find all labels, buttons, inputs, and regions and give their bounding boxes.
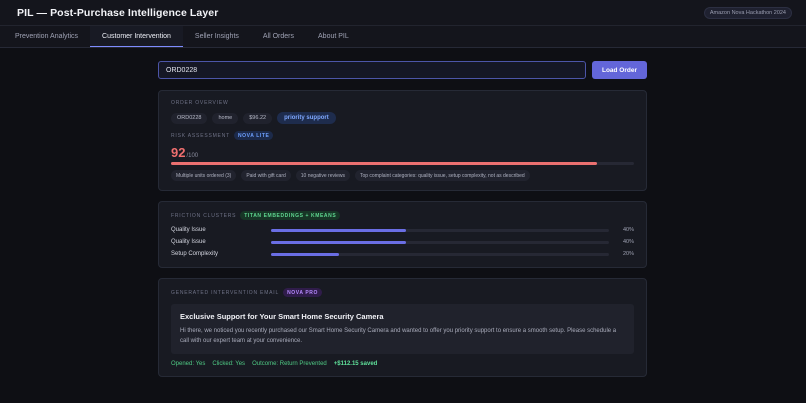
risk-reason: Top complaint categories: quality issue,… bbox=[354, 170, 530, 181]
cluster-percent: 40% bbox=[622, 227, 634, 233]
tab-prevention-analytics[interactable]: Prevention Analytics bbox=[3, 26, 90, 47]
hackathon-badge: Amazon Nova Hackathon 2024 bbox=[703, 6, 792, 19]
email-body: Hi there, we noticed you recently purcha… bbox=[180, 328, 617, 344]
order-overview-label: Order Overview bbox=[171, 100, 229, 106]
email-preview: Exclusive Support for Your Smart Home Se… bbox=[171, 304, 634, 354]
cluster-bar-fill bbox=[271, 252, 339, 256]
cluster-percent: 40% bbox=[622, 239, 634, 245]
cluster-bar-track bbox=[271, 252, 609, 256]
tab-customer-intervention[interactable]: Customer Intervention bbox=[90, 26, 183, 47]
saved-amount: +$112.15 saved bbox=[333, 361, 378, 367]
app-title: PIL — Post-Purchase Intelligence Layer bbox=[17, 6, 219, 19]
nova-pro-tag: NOVA PRO bbox=[283, 288, 322, 297]
cluster-name: Quality Issue bbox=[171, 227, 206, 233]
tab-bar: Prevention Analytics Customer Interventi… bbox=[0, 26, 806, 48]
risk-assessment-label: Risk Assessment NOVA LITE bbox=[171, 131, 634, 140]
cluster-row: Quality Issue 40% bbox=[171, 236, 634, 248]
tab-all-orders[interactable]: All Orders bbox=[251, 26, 306, 47]
cluster-name: Setup Complexity bbox=[171, 251, 219, 257]
clicked-status: Clicked: Yes bbox=[212, 361, 246, 367]
risk-reasons: Multiple units ordered (3) Paid with gif… bbox=[171, 170, 634, 181]
price-chip: $96.22 bbox=[243, 112, 273, 124]
main-content: Load Order Order Overview ORD0228 home $… bbox=[158, 61, 647, 387]
cluster-row: Setup Complexity 20% bbox=[171, 248, 634, 260]
order-search-row: Load Order bbox=[158, 61, 647, 79]
risk-reason: 10 negative reviews bbox=[295, 170, 350, 181]
order-overview-card: Order Overview ORD0228 home $96.22 prior… bbox=[158, 90, 647, 191]
opened-status: Opened: Yes bbox=[171, 361, 206, 367]
cluster-bar-track bbox=[271, 228, 609, 232]
order-chips: ORD0228 home $96.22 priority support bbox=[171, 112, 634, 124]
email-outcome: Opened: Yes Clicked: Yes Outcome: Return… bbox=[171, 361, 634, 367]
cluster-bar-track bbox=[271, 240, 609, 244]
order-id-input[interactable] bbox=[158, 61, 586, 79]
nova-lite-tag: NOVA LITE bbox=[233, 131, 274, 140]
risk-score-denominator: /100 bbox=[186, 153, 199, 159]
risk-bar-track bbox=[171, 162, 634, 165]
cluster-percent: 20% bbox=[622, 251, 634, 257]
tab-about-pil[interactable]: About PIL bbox=[306, 26, 361, 47]
order-id-chip: ORD0228 bbox=[171, 112, 208, 124]
cluster-name: Quality Issue bbox=[171, 239, 206, 245]
friction-clusters-card: Friction Clusters TITAN EMBEDDINGS + KME… bbox=[158, 201, 647, 268]
intervention-email-card: Generated Intervention Email NOVA PRO Ex… bbox=[158, 278, 647, 377]
priority-support-badge: priority support bbox=[277, 112, 336, 124]
risk-reason: Paid with gift card bbox=[241, 170, 291, 181]
load-order-button[interactable]: Load Order bbox=[592, 61, 647, 79]
category-chip: home bbox=[212, 112, 239, 124]
risk-score: 92 /100 bbox=[171, 145, 634, 160]
cluster-bar-fill bbox=[271, 228, 407, 232]
tab-seller-insights[interactable]: Seller Insights bbox=[183, 26, 251, 47]
titan-embeddings-tag: TITAN EMBEDDINGS + KMEANS bbox=[240, 211, 341, 220]
risk-score-value: 92 bbox=[171, 145, 186, 160]
friction-clusters-label: Friction Clusters TITAN EMBEDDINGS + KME… bbox=[171, 211, 634, 220]
email-subject: Exclusive Support for Your Smart Home Se… bbox=[180, 312, 384, 321]
intervention-email-label: Generated Intervention Email NOVA PRO bbox=[171, 288, 634, 297]
risk-reason: Multiple units ordered (3) bbox=[171, 170, 237, 181]
cluster-row: Quality Issue 40% bbox=[171, 224, 634, 236]
risk-bar-fill bbox=[171, 162, 597, 165]
cluster-bar-fill bbox=[271, 240, 407, 244]
app-header: PIL — Post-Purchase Intelligence Layer A… bbox=[0, 0, 806, 26]
outcome-status: Outcome: Return Prevented bbox=[252, 361, 327, 367]
